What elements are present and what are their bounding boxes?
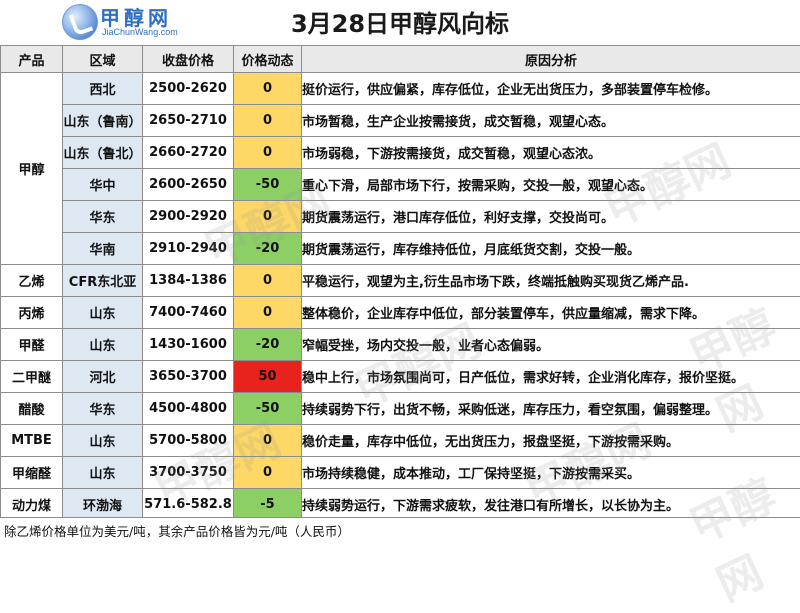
region-cell: CFR东北亚	[63, 265, 143, 297]
change-cell: 0	[234, 265, 302, 297]
header: 甲醇网 JiaChunWang.com 3月28日甲醇风向标	[0, 0, 800, 45]
reason-cell: 平稳运行，观望为主,衍生品市场下跌，终端抵触购买现货乙烯产品.	[302, 265, 800, 297]
reason-cell: 期货震荡运行，库存维持低位，月底纸货交割，交投一般。	[302, 233, 800, 265]
table-row: 乙烯CFR东北亚1384-13860平稳运行，观望为主,衍生品市场下跌，终端抵触…	[1, 265, 800, 297]
price-cell: 3650-3700	[143, 361, 234, 393]
reason-cell: 稳中上行，市场氛围尚可，日产低位，需求好转，企业消化库存，报价坚挺。	[302, 361, 800, 393]
table-row: 山东（鲁北）2660-27200市场弱稳，下游按需接货，成交暂稳，观望心态浓。	[1, 137, 800, 169]
column-header-product: 产品	[1, 46, 63, 73]
table-body: 甲醇西北2500-26200挺价运行，供应偏紧，库存低位，企业无出货压力，多部装…	[1, 73, 800, 521]
product-cell: 甲醛	[1, 329, 63, 361]
reason-cell: 整体稳价，企业库存中低位，部分装置停车，供应量缩减，需求下降。	[302, 297, 800, 329]
region-cell: 山东（鲁北）	[63, 137, 143, 169]
reason-cell: 市场持续稳健，成本推动，工厂保持坚挺，下游按需采买。	[302, 457, 800, 489]
product-cell: 甲缩醛	[1, 457, 63, 489]
table-row: 华中2600-2650-50重心下滑，局部市场下行，按需采购，交投一般，观望心态…	[1, 169, 800, 201]
change-cell: 0	[234, 201, 302, 233]
page: 甲醇网 JiaChunWang.com 3月28日甲醇风向标 产品 区域 收盘价…	[0, 0, 800, 547]
product-cell: 醋酸	[1, 393, 63, 425]
product-cell: 动力煤	[1, 489, 63, 521]
region-cell: 山东	[63, 297, 143, 329]
reason-cell: 市场弱稳，下游按需接货，成交暂稳，观望心态浓。	[302, 137, 800, 169]
change-cell: 0	[234, 105, 302, 137]
region-cell: 环渤海	[63, 489, 143, 521]
change-cell: 50	[234, 361, 302, 393]
column-header-change: 价格动态	[234, 46, 302, 73]
region-cell: 西北	[63, 73, 143, 105]
column-header-reason: 原因分析	[302, 46, 800, 73]
table-header-row: 产品 区域 收盘价格 价格动态 原因分析	[1, 46, 800, 73]
table-row: 动力煤环渤海571.6-582.8-5持续弱势运行，下游需求疲软，发往港口有所增…	[1, 489, 800, 521]
price-cell: 2910-2940	[143, 233, 234, 265]
region-cell: 华东	[63, 201, 143, 233]
table-row: 二甲醚河北3650-370050稳中上行，市场氛围尚可，日产低位，需求好转，企业…	[1, 361, 800, 393]
price-cell: 4500-4800	[143, 393, 234, 425]
region-cell: 华南	[63, 233, 143, 265]
table-row: MTBE山东5700-58000稳价走量，库存中低位，无出货压力，报盘坚挺，下游…	[1, 425, 800, 457]
table-row: 丙烯山东7400-74600整体稳价，企业库存中低位，部分装置停车，供应量缩减，…	[1, 297, 800, 329]
change-cell: 0	[234, 425, 302, 457]
column-header-region: 区域	[63, 46, 143, 73]
reason-cell: 窄幅受挫，场内交投一般，业者心态偏弱。	[302, 329, 800, 361]
price-table: 产品 区域 收盘价格 价格动态 原因分析 甲醇西北2500-26200挺价运行，…	[0, 45, 800, 521]
table-row: 山东（鲁南）2650-27100市场暂稳，生产企业按需接货，成交暂稳，观望心态。	[1, 105, 800, 137]
table-row: 华东2900-29200期货震荡运行，港口库存低位，利好支撑，交投尚可。	[1, 201, 800, 233]
footer-note: 除乙烯价格单位为美元/吨，其余产品价格皆为元/吨（人民币）	[0, 517, 800, 547]
product-cell: MTBE	[1, 425, 63, 457]
reason-cell: 期货震荡运行，港口库存低位，利好支撑，交投尚可。	[302, 201, 800, 233]
price-cell: 1384-1386	[143, 265, 234, 297]
reason-cell: 重心下滑，局部市场下行，按需采购，交投一般，观望心态。	[302, 169, 800, 201]
table-row: 华南2910-2940-20期货震荡运行，库存维持低位，月底纸货交割，交投一般。	[1, 233, 800, 265]
change-cell: 0	[234, 297, 302, 329]
reason-cell: 稳价走量，库存中低位，无出货压力，报盘坚挺，下游按需采购。	[302, 425, 800, 457]
change-cell: -20	[234, 329, 302, 361]
column-header-price: 收盘价格	[143, 46, 234, 73]
region-cell: 山东	[63, 329, 143, 361]
price-cell: 571.6-582.8	[143, 489, 234, 521]
price-cell: 1430-1600	[143, 329, 234, 361]
price-cell: 2600-2650	[143, 169, 234, 201]
change-cell: -5	[234, 489, 302, 521]
region-cell: 河北	[63, 361, 143, 393]
reason-cell: 持续弱势运行，下游需求疲软，发往港口有所增长，以长协为主。	[302, 489, 800, 521]
reason-cell: 挺价运行，供应偏紧，库存低位，企业无出货压力，多部装置停车检修。	[302, 73, 800, 105]
change-cell: 0	[234, 457, 302, 489]
region-cell: 山东	[63, 425, 143, 457]
product-cell: 二甲醚	[1, 361, 63, 393]
change-cell: -20	[234, 233, 302, 265]
region-cell: 山东	[63, 457, 143, 489]
region-cell: 山东（鲁南）	[63, 105, 143, 137]
price-cell: 5700-5800	[143, 425, 234, 457]
price-cell: 2650-2710	[143, 105, 234, 137]
reason-cell: 市场暂稳，生产企业按需接货，成交暂稳，观望心态。	[302, 105, 800, 137]
change-cell: -50	[234, 393, 302, 425]
price-cell: 2500-2620	[143, 73, 234, 105]
region-cell: 华中	[63, 169, 143, 201]
change-cell: 0	[234, 137, 302, 169]
reason-cell: 持续弱势下行，出货不畅，采购低迷，库存压力，看空氛围，偏弱整理。	[302, 393, 800, 425]
page-title: 3月28日甲醇风向标	[0, 4, 800, 39]
table-row: 醋酸华东4500-4800-50持续弱势下行，出货不畅，采购低迷，库存压力，看空…	[1, 393, 800, 425]
table-row: 甲缩醛山东3700-37500市场持续稳健，成本推动，工厂保持坚挺，下游按需采买…	[1, 457, 800, 489]
price-cell: 7400-7460	[143, 297, 234, 329]
product-cell: 乙烯	[1, 265, 63, 297]
price-cell: 3700-3750	[143, 457, 234, 489]
price-cell: 2900-2920	[143, 201, 234, 233]
table-row: 甲醇西北2500-26200挺价运行，供应偏紧，库存低位，企业无出货压力，多部装…	[1, 73, 800, 105]
change-cell: -50	[234, 169, 302, 201]
table-row: 甲醛山东1430-1600-20窄幅受挫，场内交投一般，业者心态偏弱。	[1, 329, 800, 361]
region-cell: 华东	[63, 393, 143, 425]
change-cell: 0	[234, 73, 302, 105]
price-cell: 2660-2720	[143, 137, 234, 169]
product-cell: 丙烯	[1, 297, 63, 329]
product-cell: 甲醇	[1, 73, 63, 265]
